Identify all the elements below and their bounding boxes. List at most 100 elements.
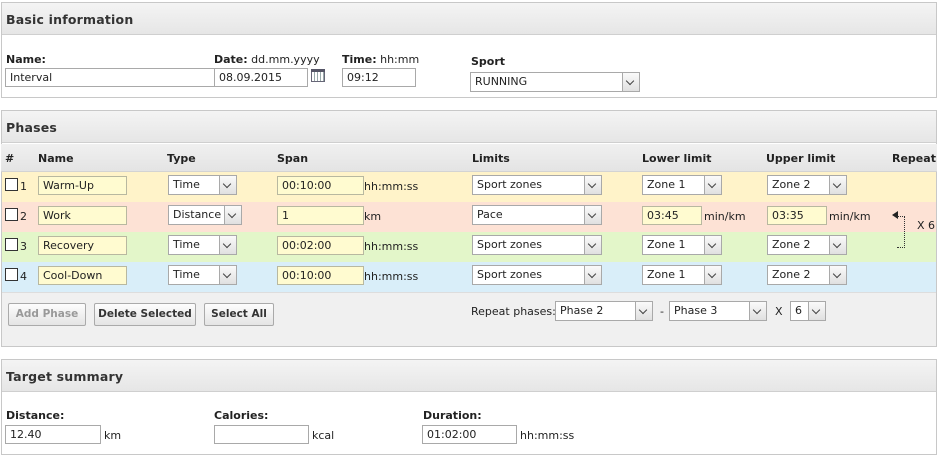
repeat-from-select[interactable]: Phase 2 — [555, 301, 653, 321]
phase-upper-limit-input[interactable]: 03:35 — [767, 206, 827, 225]
phase-checkbox[interactable] — [5, 178, 18, 191]
phase-lower-limit-select[interactable]: Zone 1 — [642, 235, 722, 255]
phase-lower-limit-value: Zone 1 — [647, 268, 686, 281]
phase-span-unit: hh:mm:ss — [364, 180, 419, 193]
phase-lower-limit-select[interactable]: Zone 1 — [642, 265, 722, 285]
repeat-count-select[interactable]: 6 — [790, 301, 826, 321]
chevron-down-icon — [749, 302, 766, 320]
phase-name-input[interactable]: Warm-Up — [38, 176, 127, 195]
phase-upper-limit-select[interactable]: Zone 2 — [767, 265, 847, 285]
select-all-button[interactable]: Select All — [204, 303, 274, 326]
calories-input[interactable] — [214, 425, 309, 444]
chevron-down-icon — [584, 176, 601, 194]
col-num: # — [5, 152, 15, 165]
chevron-down-icon — [808, 302, 825, 320]
col-upper-limit: Upper limit — [766, 152, 836, 165]
phase-upper-limit-select[interactable]: Zone 2 — [767, 235, 847, 255]
time-input[interactable]: 09:12 — [342, 68, 416, 87]
phase-name-input[interactable]: Recovery — [38, 236, 127, 255]
delete-selected-button[interactable]: Delete Selected — [94, 303, 196, 326]
phase-span-input[interactable]: 00:10:00 — [277, 176, 364, 195]
sport-select[interactable]: RUNNING — [470, 72, 640, 92]
phase-span-unit: km — [364, 210, 382, 223]
phase-limits-select[interactable]: Sport zones — [472, 175, 602, 195]
time-format-hint: hh:mm — [380, 53, 420, 66]
phase-lower-limit-select[interactable]: Zone 1 — [642, 175, 722, 195]
duration-label: Duration: — [423, 409, 482, 422]
chevron-down-icon — [829, 266, 846, 284]
phase-limits-value: Pace — [477, 208, 503, 221]
phase-number: 3 — [20, 240, 27, 253]
col-type: Type — [167, 152, 196, 165]
duration-input[interactable]: 01:02:00 — [422, 425, 517, 444]
phase-lower-limit-unit: min/km — [704, 210, 746, 223]
phase-type-select[interactable]: Time — [168, 175, 237, 195]
basic-information-header: Basic information — [2, 3, 936, 35]
phase-number: 1 — [20, 180, 27, 193]
date-input[interactable]: 08.09.2015 — [214, 68, 308, 87]
phase-span-unit: hh:mm:ss — [364, 240, 419, 253]
phase-checkbox[interactable] — [5, 238, 18, 251]
phase-limits-value: Sport zones — [477, 178, 543, 191]
calendar-icon[interactable] — [311, 69, 325, 82]
phase-checkbox[interactable] — [5, 268, 18, 281]
phase-number: 4 — [20, 270, 27, 283]
phase-type-value: Time — [173, 238, 200, 251]
chevron-down-icon — [704, 176, 721, 194]
phase-upper-limit-select[interactable]: Zone 2 — [767, 175, 847, 195]
phase-type-select[interactable]: Distance — [168, 205, 242, 225]
phase-name-input[interactable]: Cool-Down — [38, 266, 127, 285]
repeat-dash: - — [660, 305, 664, 318]
col-repeat: Repeat — [892, 152, 936, 165]
chevron-down-icon — [829, 176, 846, 194]
target-summary-header: Target summary — [2, 360, 936, 392]
distance-unit: km — [104, 429, 122, 442]
sport-select-value: RUNNING — [475, 75, 528, 88]
phase-limits-select[interactable]: Pace — [472, 205, 602, 225]
phase-row: 2 Work Distance 1 km Pace 03:45 min/km 0… — [2, 202, 936, 232]
repeat-phases-label: Repeat phases: — [471, 305, 556, 318]
chevron-down-icon — [635, 302, 652, 320]
date-format-hint: dd.mm.yyyy — [251, 53, 320, 66]
chevron-down-icon — [829, 236, 846, 254]
repeat-to-select[interactable]: Phase 3 — [669, 301, 767, 321]
phase-row: 3 Recovery Time 00:02:00 hh:mm:ss Sport … — [2, 232, 936, 262]
phase-span-input[interactable]: 00:10:00 — [277, 266, 364, 285]
repeat-from-value: Phase 2 — [560, 304, 604, 317]
chevron-down-icon — [219, 236, 236, 254]
chevron-down-icon — [622, 73, 639, 91]
repeat-bracket — [897, 216, 905, 248]
chevron-down-icon — [704, 266, 721, 284]
chevron-down-icon — [704, 236, 721, 254]
phase-type-value: Time — [173, 268, 200, 281]
phase-type-select[interactable]: Time — [168, 265, 237, 285]
name-input[interactable]: Interval — [5, 68, 215, 87]
phase-upper-limit-unit: min/km — [829, 210, 871, 223]
chevron-down-icon — [219, 176, 236, 194]
calories-label: Calories: — [214, 409, 269, 422]
distance-input[interactable]: 12.40 — [5, 425, 101, 444]
phase-number: 2 — [20, 210, 27, 223]
chevron-down-icon — [584, 236, 601, 254]
calories-unit: kcal — [312, 429, 335, 442]
repeat-to-value: Phase 3 — [674, 304, 718, 317]
phase-span-input[interactable]: 1 — [277, 206, 364, 225]
phase-limits-value: Sport zones — [477, 268, 543, 281]
phase-span-input[interactable]: 00:02:00 — [277, 236, 364, 255]
phase-upper-limit-value: Zone 2 — [772, 268, 811, 281]
phase-lower-limit-input[interactable]: 03:45 — [642, 206, 702, 225]
phase-type-select[interactable]: Time — [168, 235, 237, 255]
col-lower-limit: Lower limit — [642, 152, 712, 165]
col-name: Name — [38, 152, 74, 165]
add-phase-button[interactable]: Add Phase — [8, 303, 86, 326]
sport-label: Sport — [471, 55, 506, 68]
phase-limits-select[interactable]: Sport zones — [472, 265, 602, 285]
phase-limits-select[interactable]: Sport zones — [472, 235, 602, 255]
phase-lower-limit-value: Zone 1 — [647, 238, 686, 251]
phase-name-input[interactable]: Work — [38, 206, 127, 225]
phase-row: 4 Cool-Down Time 00:10:00 hh:mm:ss Sport… — [2, 262, 936, 292]
phase-limits-value: Sport zones — [477, 238, 543, 251]
repeat-count-marker: X 6 — [917, 219, 936, 232]
phase-upper-limit-value: Zone 2 — [772, 178, 811, 191]
phase-checkbox[interactable] — [5, 208, 18, 221]
